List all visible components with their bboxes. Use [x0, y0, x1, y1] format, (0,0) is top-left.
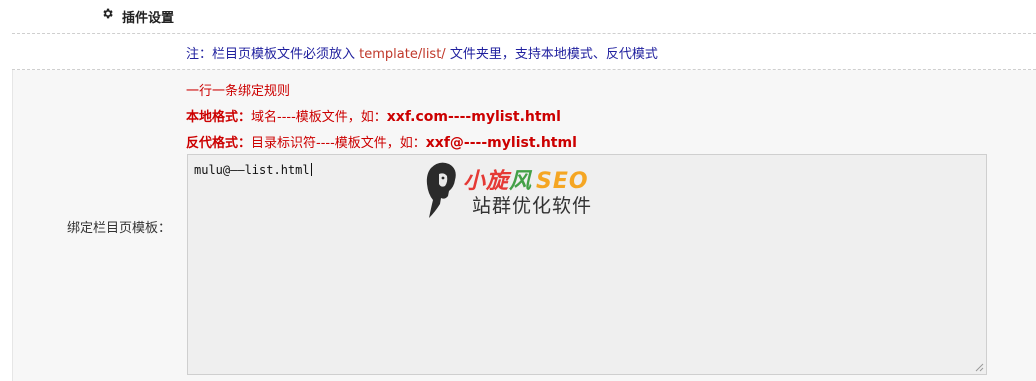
note-prefix: 注：栏目页模板文件必须放入 [186, 47, 360, 62]
hint-proxy-text: 目录标识符----模板文件，如： [251, 136, 426, 151]
text-caret [310, 163, 312, 176]
watermark-subtitle: 站群优化软件 [472, 195, 593, 217]
divider [12, 33, 1036, 34]
bind-template-label: 绑定栏目页模板： [67, 221, 172, 236]
hint-one-rule-per-line: 一行一条绑定规则 [186, 84, 291, 99]
hint-local-example: xxf.com----mylist.html [386, 109, 561, 125]
section-title: 插件设置 [122, 11, 175, 26]
hint-proxy-format: 反代格式：目录标识符----模板文件，如：xxf@----mylist.html [186, 132, 577, 151]
section-header: 插件设置 [0, 0, 1036, 32]
gear-icon [101, 7, 115, 21]
note-suffix: 文件夹里，支持本地模式、反代模式 [445, 47, 658, 62]
hint-proxy-label: 反代格式： [186, 136, 252, 151]
template-note: 注：栏目页模板文件必须放入 template/list/ 文件夹里，支持本地模式… [186, 43, 658, 62]
textarea-text[interactable]: mulu@——list.html [194, 163, 310, 177]
hint-local-label: 本地格式： [186, 110, 252, 125]
hint-local-format: 本地格式：域名----模板文件，如：xxf.com----mylist.html [186, 106, 561, 125]
portrait-icon [426, 162, 456, 218]
hint-local-text: 域名----模板文件，如： [251, 110, 387, 125]
hint-proxy-example: xxf@----mylist.html [425, 135, 577, 151]
note-path: template/list/ [359, 47, 446, 62]
resize-handle-icon[interactable] [974, 362, 984, 372]
textarea-value[interactable]: mulu@——list.html [194, 163, 312, 177]
watermark-logo: 小旋风 SEO 站群优化软件 [425, 158, 625, 222]
